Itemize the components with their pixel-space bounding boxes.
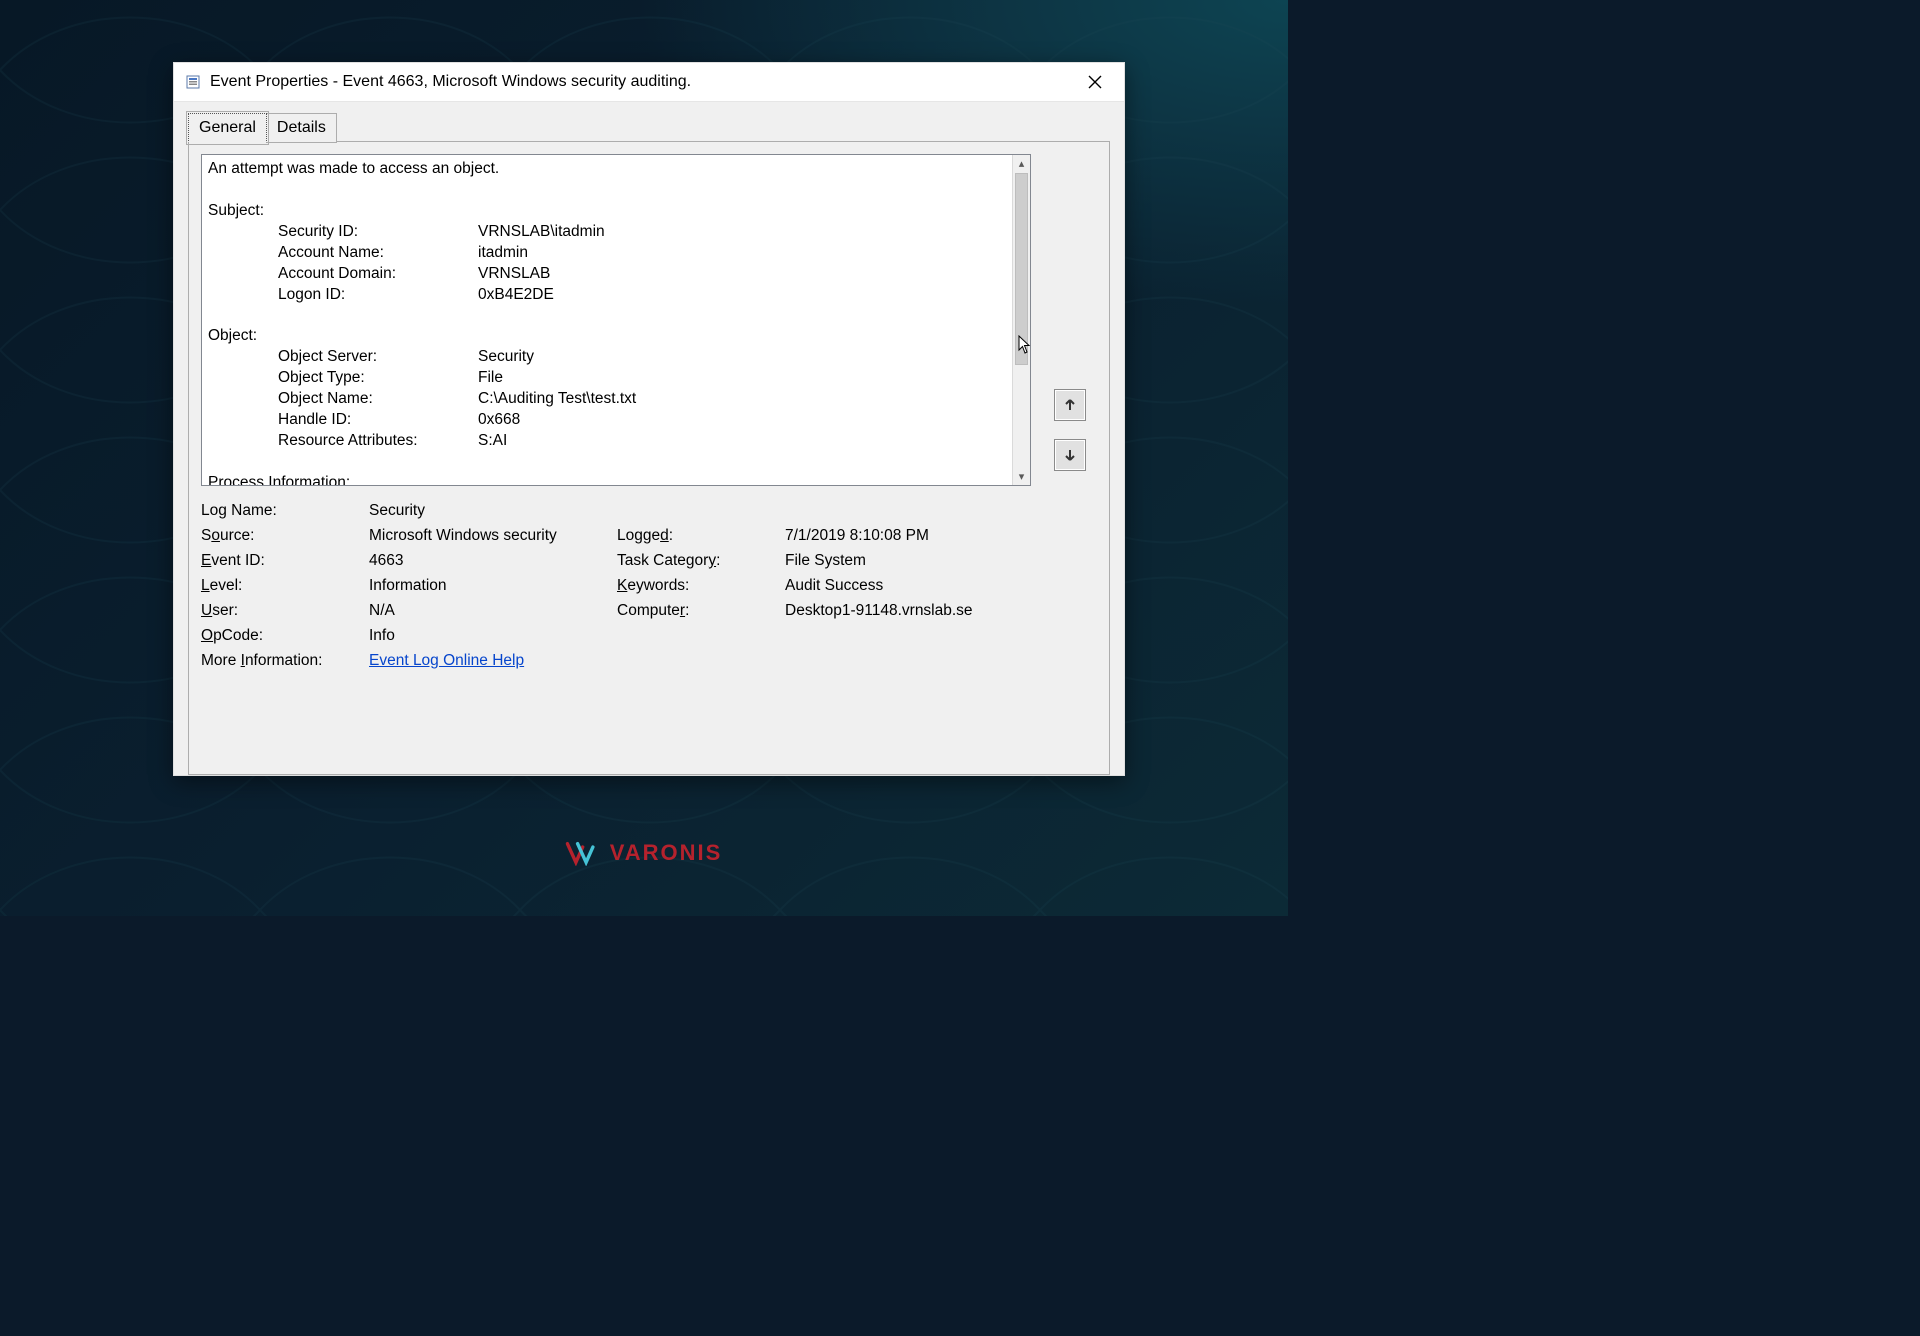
user-label: User: [201,602,361,620]
logged-label: Logged: [617,527,777,545]
scroll-down-arrow[interactable]: ▾ [1013,468,1030,485]
keywords-value: Audit Success [785,577,1097,595]
source-label: Source: [201,527,361,545]
tab-general[interactable]: General [188,113,267,143]
prev-event-button[interactable] [1054,389,1086,421]
level-label: Level: [201,577,361,595]
log-name-label: Log Name: [201,502,361,520]
tab-panel-general: An attempt was made to access an object.… [188,141,1110,775]
event-fields: Log Name: Security Source: Microsoft Win… [201,502,1097,670]
level-value: Information [369,577,609,595]
event-message-pane[interactable]: An attempt was made to access an object.… [201,154,1031,486]
mouse-cursor-icon [1018,335,1032,360]
event-id-value: 4663 [369,552,609,570]
tab-details[interactable]: Details [266,113,337,143]
event-message-text: An attempt was made to access an object.… [202,155,1012,485]
opcode-value: Info [369,627,1097,645]
log-name-value: Security [369,502,1097,520]
task-category-label: Task Category: [617,552,777,570]
varonis-logo: VARONIS [566,840,723,866]
computer-value: Desktop1-91148.vrnslab.se [785,602,1097,620]
event-properties-window: Event Properties - Event 4663, Microsoft… [173,62,1125,776]
opcode-label: OpCode: [201,627,361,645]
logged-value: 7/1/2019 8:10:08 PM [785,527,1097,545]
window-title: Event Properties - Event 4663, Microsoft… [210,73,691,91]
task-category-value: File System [785,552,1097,570]
scrollbar[interactable]: ▴ ▾ [1012,155,1030,485]
event-log-online-help-link[interactable]: Event Log Online Help [369,652,524,669]
event-id-label: Event ID: [201,552,361,570]
titlebar: Event Properties - Event 4663, Microsoft… [174,63,1124,102]
scroll-up-arrow[interactable]: ▴ [1013,155,1030,172]
app-icon [184,73,202,91]
keywords-label: Keywords: [617,577,777,595]
computer-label: Computer: [617,602,777,620]
next-event-button[interactable] [1054,439,1086,471]
user-value: N/A [369,602,609,620]
source-value: Microsoft Windows security [369,527,609,545]
more-info-label: More Information: [201,652,361,670]
close-button[interactable] [1072,66,1118,98]
varonis-wordmark: VARONIS [610,840,723,866]
tab-strip: General Details [188,112,1110,142]
